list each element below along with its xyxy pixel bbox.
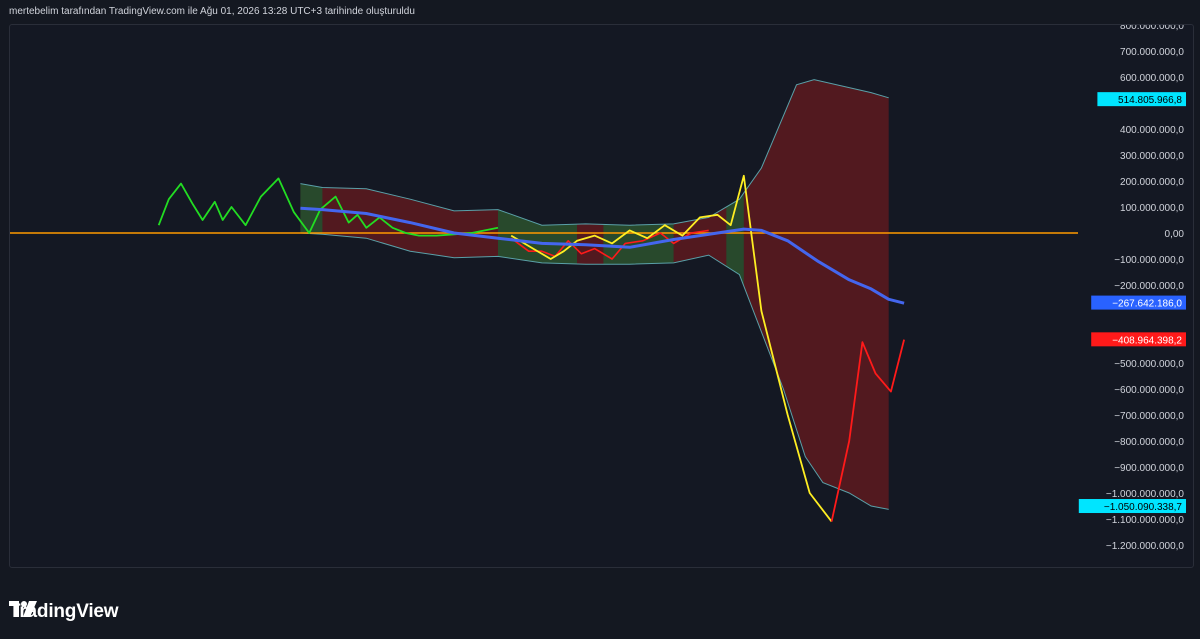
y-tick-label: −800.000.000,0	[1114, 437, 1184, 448]
y-tick-label: −1.200.000.000,0	[1106, 541, 1185, 552]
tag-label: −408.964.398,2	[1112, 335, 1182, 346]
last-value-tag: −267.642.186,0	[1091, 295, 1186, 310]
last-value-tag: −408.964.398,2	[1091, 332, 1186, 347]
y-tick-label: −900.000.000,0	[1114, 463, 1184, 474]
last-value-tag: −1.050.090.338,7	[1078, 499, 1186, 514]
y-tick-label: 100.000.000,0	[1120, 203, 1184, 214]
y-tick-label: 0,00	[1165, 229, 1185, 240]
band-green-region	[498, 209, 577, 264]
y-tick-label: −1.000.000.000,0	[1106, 489, 1185, 500]
chart-svg[interactable]: 800.000.000,0 700.000.000,0 600.000.000,0 4…	[10, 25, 1193, 567]
y-tick-label: 300.000.000,0	[1120, 151, 1184, 162]
y-tick-label: −600.000.000,0	[1114, 385, 1184, 396]
last-value-tag: 514.805.966,8	[1097, 92, 1186, 107]
tradingview-logo-icon	[9, 601, 37, 617]
y-tick-label: −100.000.000,0	[1114, 255, 1184, 266]
tag-label: 514.805.966,8	[1118, 95, 1182, 106]
y-tick-label: 700.000.000,0	[1120, 47, 1184, 58]
tag-label: −1.050.090.338,7	[1104, 502, 1183, 513]
tradingview-brand[interactable]: TradingView	[9, 601, 119, 623]
y-tick-label: −500.000.000,0	[1114, 359, 1184, 370]
y-tick-label: −1.100.000.000,0	[1106, 515, 1185, 526]
y-tick-label: 400.000.000,0	[1120, 125, 1184, 136]
y-tick-label: −200.000.000,0	[1114, 281, 1184, 292]
chart-area[interactable]: 800.000.000,0 700.000.000,0 600.000.000,0 4…	[9, 24, 1194, 568]
chart-caption: mertebelim tarafından TradingView.com il…	[9, 6, 415, 17]
forecast-band	[300, 79, 889, 510]
band-green-region	[603, 223, 674, 265]
y-tick-label: −700.000.000,0	[1114, 411, 1184, 422]
y-tick-label: 800.000.000,0	[1120, 25, 1184, 32]
band-layer	[300, 79, 889, 510]
y-tick-label: 600.000.000,0	[1120, 73, 1184, 84]
tag-label: −267.642.186,0	[1112, 299, 1182, 310]
y-tick-label: 200.000.000,0	[1120, 177, 1184, 188]
